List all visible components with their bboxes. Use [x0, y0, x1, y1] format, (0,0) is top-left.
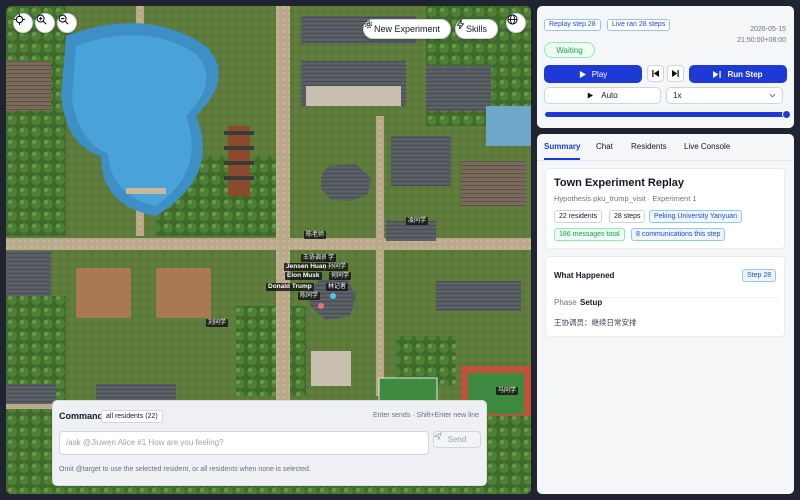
zoom-out-icon — [58, 14, 69, 25]
resident-label[interactable]: 林记者 — [326, 283, 349, 291]
what-happened-title: What Happened — [554, 271, 615, 280]
phase-value: Setup — [580, 298, 603, 307]
slider-handle[interactable] — [782, 110, 791, 119]
tab-summary[interactable]: Summary — [544, 142, 581, 160]
speed-value: 1x — [673, 91, 682, 100]
play-button[interactable]: Play — [544, 65, 642, 83]
new-experiment-button[interactable]: New Experiment — [363, 19, 452, 39]
resident-label[interactable]: 陈老师 — [304, 231, 327, 239]
auto-label: Auto — [601, 91, 618, 100]
command-panel: Command all residents (22) Enter sends ·… — [52, 400, 487, 486]
zoom-out-button[interactable] — [57, 13, 77, 33]
resident-label[interactable]: 凌同学 — [406, 217, 429, 225]
globe-icon — [507, 14, 518, 25]
lightning-icon — [456, 20, 465, 29]
auto-button[interactable]: Auto — [544, 87, 661, 104]
summary-title: Town Experiment Replay — [554, 177, 684, 189]
zoom-in-button[interactable] — [35, 13, 55, 33]
playback-panel: Replay step 28 Live ran 28 steps 2026-05… — [537, 6, 794, 128]
resident-label[interactable]: 马同学 — [496, 387, 519, 395]
step-back-button[interactable] — [647, 65, 664, 82]
run-step-icon — [713, 70, 722, 78]
speed-select[interactable]: 1x — [666, 87, 783, 104]
chevron-down-icon — [769, 93, 776, 98]
command-footer: Omit @target to use the selected residen… — [59, 466, 311, 473]
gear-icon — [364, 20, 373, 29]
resident-label[interactable]: 孙同学 — [326, 263, 349, 271]
tab-residents[interactable]: Residents — [631, 142, 667, 151]
run-step-button[interactable]: Run Step — [689, 65, 787, 83]
new-experiment-label: New Experiment — [374, 24, 441, 34]
play-icon — [588, 92, 594, 99]
live-ran-badge: Live ran 28 steps — [607, 19, 671, 31]
steps-count: 28 steps — [609, 210, 646, 223]
step-slider[interactable] — [545, 110, 791, 119]
status-badge: Waiting — [544, 42, 595, 58]
crosshair-icon — [14, 14, 25, 25]
command-title: Command — [59, 411, 104, 421]
skills-label: Skills — [466, 24, 488, 34]
skip-forward-icon — [672, 70, 679, 77]
resident-label[interactable]: 何同学 — [329, 272, 352, 280]
info-panel: Summary Chat Residents Live Console Town… — [537, 134, 794, 494]
location-badge: Peking University Yanyuan — [649, 210, 743, 223]
send-icon — [434, 432, 442, 440]
resident-label[interactable]: 学 — [326, 254, 337, 262]
town-map[interactable]: New Experiment Skills 陈老师 凌同学 王协调员 学 Jen… — [6, 6, 531, 494]
tab-bar: Summary Chat Residents Live Console — [537, 134, 794, 161]
play-label: Play — [591, 69, 608, 79]
resident-label[interactable]: 王协调员 — [301, 254, 330, 262]
zoom-in-icon — [36, 14, 47, 25]
command-input[interactable]: /ask @Jiuwen Alice #1 How are you feelin… — [59, 431, 429, 455]
send-hint: Enter sends · Shift+Enter new line — [372, 412, 479, 419]
resident-label[interactable]: 陈同学 — [298, 292, 321, 300]
skills-button[interactable]: Skills — [455, 19, 499, 39]
residents-count: 22 residents — [554, 210, 603, 223]
phase-label: Phase — [554, 298, 577, 307]
date-text: 2026-05-15 — [750, 26, 786, 33]
tab-live-console[interactable]: Live Console — [684, 142, 730, 151]
skip-back-icon — [652, 70, 659, 77]
resident-label[interactable]: 刘同学 — [206, 319, 229, 327]
summary-card: Town Experiment Replay Hypothesis pku_tr… — [545, 168, 785, 249]
globe-button[interactable] — [506, 13, 526, 33]
locate-button[interactable] — [13, 13, 33, 33]
play-icon — [579, 70, 586, 78]
tab-chat[interactable]: Chat — [596, 142, 613, 151]
event-entry: 王协调员：继续日常安排 — [554, 318, 637, 327]
summary-subtitle: Hypothesis pku_trump_visit · Experiment … — [554, 194, 697, 203]
communications-badge: 8 communications this step — [631, 228, 726, 241]
replay-step-badge: Replay step 28 — [544, 19, 601, 31]
step-forward-button[interactable] — [667, 65, 684, 82]
step-badge: Step 28 — [742, 269, 777, 282]
resident-label[interactable]: Donald Trump — [266, 283, 314, 291]
resident-label[interactable]: Elon Musk — [285, 272, 322, 280]
time-text: 21:50:00+08:00 — [737, 37, 786, 44]
send-button[interactable]: Send — [433, 431, 481, 448]
send-label: Send — [447, 435, 467, 444]
run-step-label: Run Step — [727, 69, 763, 79]
messages-badge: 186 messages total — [554, 228, 625, 241]
scope-chip[interactable]: all residents (22) — [101, 410, 163, 423]
what-happened-card: What Happened Step 28 Phase Setup 王协调员：继… — [545, 256, 785, 337]
